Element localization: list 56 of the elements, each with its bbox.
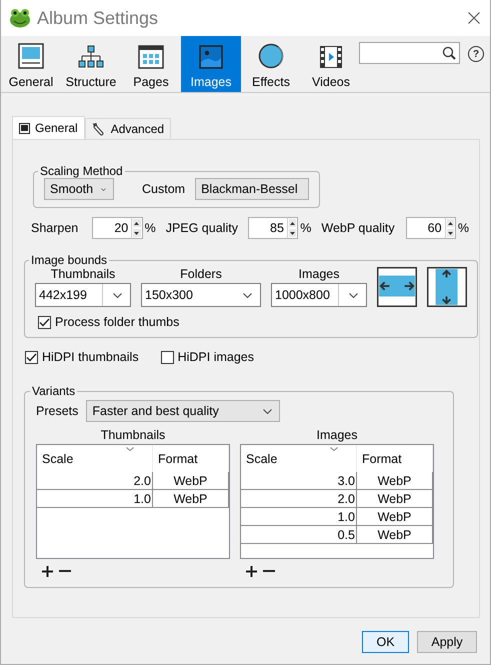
column-header[interactable]: Format	[153, 445, 229, 472]
tab[interactable]: Advanced	[84, 118, 172, 139]
field-label: Presets	[36, 404, 78, 418]
table-cell: WebP	[357, 472, 433, 489]
table-cell: 1.0	[241, 508, 357, 525]
table-cell: WebP	[357, 490, 433, 507]
checkbox-label: Process folder thumbs	[55, 315, 180, 329]
field-label: Custom	[142, 182, 186, 196]
table-cell: WebP	[153, 490, 229, 507]
group-title: Image bounds	[30, 253, 108, 267]
field-label: JPEG quality	[166, 221, 238, 235]
table-title: Images	[316, 428, 358, 442]
dropdown[interactable]: Blackman-Bessel	[195, 178, 310, 200]
column-header[interactable]: Format	[357, 445, 433, 472]
combo-box[interactable]: 442x199	[35, 283, 131, 307]
field-label: WebP quality	[321, 221, 395, 235]
window-title: Album Settings	[37, 8, 158, 28]
number-field[interactable]: 20	[92, 217, 132, 239]
unit-label: %	[458, 221, 469, 235]
checkbox-label: HiDPI images	[178, 350, 254, 364]
field-label: Sharpen	[31, 221, 78, 235]
table-cell: WebP	[357, 508, 433, 525]
dialog-button[interactable]: Apply	[417, 631, 477, 653]
dropdown[interactable]: Smooth	[44, 178, 114, 200]
dropdown[interactable]: 150x300	[141, 283, 261, 307]
table-title: Thumbnails	[100, 428, 166, 442]
toolbar-tab[interactable]: Structure	[61, 36, 121, 92]
table-cell: 1.0	[37, 490, 153, 507]
column-header[interactable]: Scale	[241, 445, 357, 472]
column-header[interactable]: Scale	[37, 445, 153, 472]
table-cell: 2.0	[241, 490, 357, 507]
tab[interactable]: General	[12, 116, 85, 139]
table-cell: 2.0	[37, 472, 153, 489]
field-label: Thumbnails	[50, 267, 116, 281]
combo-box[interactable]: 1000x800	[271, 283, 367, 307]
dialog-button[interactable]: OK	[362, 631, 409, 653]
table-cell: WebP	[357, 526, 433, 543]
field-label: Folders	[180, 267, 222, 281]
number-field[interactable]: 85	[248, 217, 287, 239]
toolbar-tab[interactable]: Effects	[241, 36, 301, 92]
toolbar-tab[interactable]: Videos	[301, 36, 361, 92]
toolbar-tab[interactable]: Pages	[121, 36, 181, 92]
table-cell: WebP	[153, 472, 229, 489]
table-cell: 3.0	[241, 472, 357, 489]
group-title: Scaling Method	[39, 164, 124, 178]
toolbar-tab[interactable]: Images	[181, 36, 241, 92]
dropdown[interactable]: Faster and best quality	[86, 400, 280, 422]
toolbar-tab[interactable]: General	[1, 36, 61, 92]
unit-label: %	[144, 221, 156, 235]
unit-label: %	[300, 221, 312, 235]
checkbox-label: HiDPI thumbnails	[42, 350, 139, 364]
number-field[interactable]: 60	[406, 217, 445, 239]
group-title: Variants	[31, 384, 76, 398]
help-button[interactable]: ?	[468, 46, 484, 62]
field-label: Images	[298, 267, 340, 281]
table-cell: 0.5	[241, 526, 357, 543]
